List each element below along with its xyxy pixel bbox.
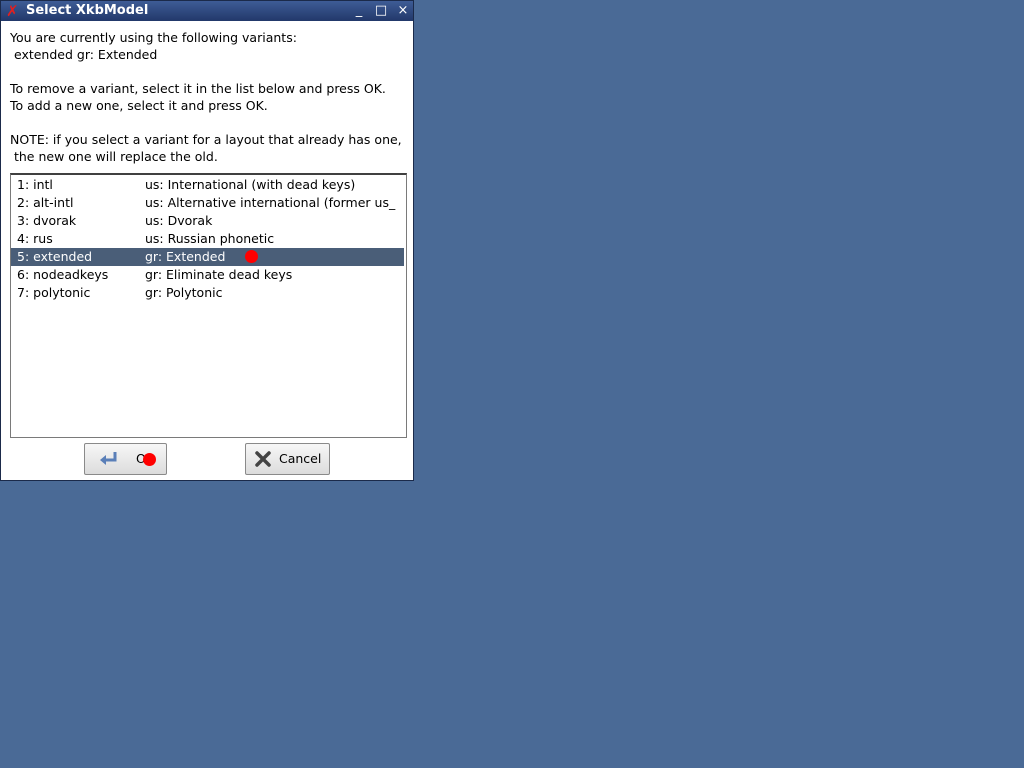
- variant-desc: us: Russian phonetic: [145, 231, 275, 246]
- message-line-note: NOTE: if you select a variant for a layo…: [10, 132, 402, 147]
- close-button[interactable]: ×: [395, 3, 411, 19]
- x-mark-icon: [255, 451, 271, 467]
- enter-arrow-icon: [100, 452, 117, 465]
- variant-desc: gr: Polytonic: [145, 285, 223, 300]
- variant-id: 6: nodeadkeys: [17, 267, 109, 282]
- message-line-current: You are currently using the following va…: [10, 30, 297, 45]
- window-title: Select XkbModel: [26, 3, 149, 18]
- list-item[interactable]: 6: nodeadkeys gr: Eliminate dead keys: [11, 266, 404, 284]
- list-item[interactable]: 4: rus us: Russian phonetic: [11, 230, 404, 248]
- x-close-icon: ✗: [6, 2, 19, 20]
- message-line-note-cont: the new one will replace the old.: [10, 149, 218, 164]
- variant-desc: us: International (with dead keys): [145, 177, 356, 192]
- maximize-button[interactable]: □: [373, 3, 389, 19]
- variant-desc: gr: Eliminate dead keys: [145, 267, 293, 282]
- ok-button[interactable]: O: [84, 443, 167, 475]
- variant-id: 5: extended: [17, 249, 93, 264]
- marker-dot: [245, 250, 258, 263]
- list-item[interactable]: 7: polytonic gr: Polytonic: [11, 284, 404, 302]
- variant-id: 3: dvorak: [17, 213, 77, 228]
- select-xkbmodel-dialog: ✗ Select XkbModel _ □ × You are currentl…: [0, 0, 414, 481]
- message-line-add: To add a new one, select it and press OK…: [10, 98, 268, 113]
- minimize-button[interactable]: _: [351, 3, 367, 19]
- cancel-button[interactable]: Cancel: [245, 443, 330, 475]
- variant-id: 2: alt-intl: [17, 195, 74, 210]
- list-item[interactable]: 3: dvorak us: Dvorak: [11, 212, 404, 230]
- variants-list[interactable]: 1: intl us: International (with dead key…: [10, 173, 407, 438]
- message-line-current-variant: extended gr: Extended: [10, 47, 158, 62]
- variant-id: 1: intl: [17, 177, 53, 192]
- list-item-selected[interactable]: 5: extended gr: Extended: [11, 248, 404, 266]
- list-item[interactable]: 1: intl us: International (with dead key…: [11, 176, 404, 194]
- message-line-remove: To remove a variant, select it in the li…: [10, 81, 386, 96]
- variant-desc: us: Alternative international (former us…: [145, 195, 396, 210]
- variant-desc: gr: Extended: [145, 249, 226, 264]
- cancel-label: Cancel: [279, 451, 322, 466]
- marker-dot: [143, 453, 156, 466]
- variant-desc: us: Dvorak: [145, 213, 213, 228]
- variant-id: 4: rus: [17, 231, 53, 246]
- variant-id: 7: polytonic: [17, 285, 91, 300]
- title-bar[interactable]: ✗ Select XkbModel _ □ ×: [1, 1, 413, 21]
- list-item[interactable]: 2: alt-intl us: Alternative internationa…: [11, 194, 404, 212]
